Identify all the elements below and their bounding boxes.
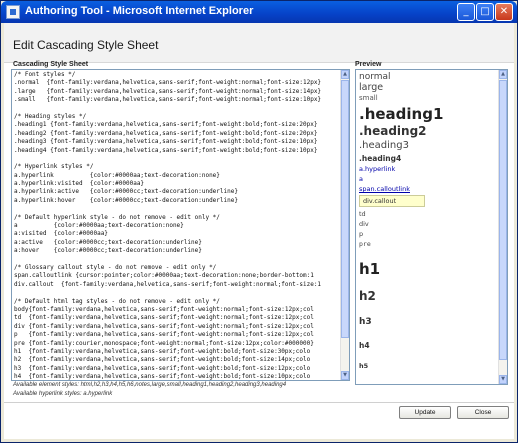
css-code-line: body{font-family:verdana,helvetica,sans-… bbox=[14, 305, 314, 313]
css-code-line: a.hyperlink {color:#0000aa;text-decorati… bbox=[14, 171, 220, 179]
style-preview-pane: normal large small .heading1 .heading2 .… bbox=[355, 69, 508, 385]
css-editor-textarea[interactable]: /* Font styles */.normal {font-family:ve… bbox=[11, 69, 350, 381]
preview-scrollbar[interactable]: ▲ ▼ bbox=[498, 70, 507, 384]
ie-page-icon bbox=[6, 5, 20, 19]
css-code-line bbox=[14, 105, 340, 113]
css-code-line: td {font-family:verdana,helvetica,sans-s… bbox=[14, 314, 314, 322]
page-content: Edit Cascading Style Sheet Cascading Sty… bbox=[4, 23, 514, 439]
css-editor-label: Cascading Style Sheet bbox=[13, 61, 89, 68]
css-code-line: /* Heading styles */ bbox=[14, 112, 87, 120]
preview-h2: h2 bbox=[359, 289, 376, 303]
css-code-line: /* Hyperlink styles */ bbox=[14, 163, 94, 171]
window-title: Authoring Tool - Microsoft Internet Expl… bbox=[25, 5, 254, 17]
close-window-button[interactable]: ✕ bbox=[495, 3, 513, 21]
css-code-line: .heading3 {font-family:verdana,helvetica… bbox=[14, 138, 318, 146]
preview-div: div bbox=[359, 220, 369, 228]
css-code-line: .small {font-family:verdana,helvetica,sa… bbox=[14, 96, 322, 104]
preview-a-link[interactable]: a bbox=[359, 175, 363, 183]
preview-scroll-thumb[interactable] bbox=[499, 80, 507, 360]
preview-calloutlink[interactable]: span.calloutlink bbox=[359, 185, 410, 193]
css-code-line bbox=[14, 256, 340, 264]
css-code-line: pre {font-family:courier,monospace;font-… bbox=[14, 339, 314, 347]
css-editor-scrollbar[interactable]: ▲ ▼ bbox=[340, 70, 349, 380]
css-code-line: div {font-family:verdana,helvetica,sans-… bbox=[14, 322, 314, 330]
css-editor-scroll-thumb[interactable] bbox=[341, 80, 349, 338]
preview-h1: h1 bbox=[359, 260, 381, 278]
css-code-line: .large {font-family:verdana,helvetica,sa… bbox=[14, 87, 322, 95]
preview-h3: h3 bbox=[359, 317, 372, 327]
page-title: Edit Cascading Style Sheet bbox=[13, 38, 159, 52]
browser-window: Authoring Tool - Microsoft Internet Expl… bbox=[0, 0, 518, 443]
css-code-line bbox=[14, 205, 340, 213]
preview-td: td bbox=[359, 210, 366, 218]
css-code-line: div.callout {font-family:verdana,helveti… bbox=[14, 280, 322, 288]
css-code-line: a {color:#0000aa;text-decoration:none} bbox=[14, 222, 184, 230]
css-code-line: .normal {font-family:verdana,helvetica,s… bbox=[14, 79, 322, 87]
css-code-line: a.hyperlink:hover {color:#0000cc;text-de… bbox=[14, 196, 238, 204]
preview-heading4: .heading4 bbox=[359, 154, 402, 163]
css-code-line: /* Font styles */ bbox=[14, 71, 76, 78]
footer-divider bbox=[4, 402, 514, 403]
update-button[interactable]: Update bbox=[399, 406, 451, 419]
preview-callout: div.callout bbox=[359, 195, 425, 207]
css-code-line: h1 {font-family:verdana,helvetica,sans-s… bbox=[14, 347, 311, 355]
scroll-up-icon[interactable]: ▲ bbox=[341, 70, 349, 79]
close-button[interactable]: Close bbox=[457, 406, 509, 419]
preview-normal: normal bbox=[359, 72, 391, 82]
preview-scroll-down-icon[interactable]: ▼ bbox=[499, 375, 507, 384]
preview-h4: h4 bbox=[359, 341, 370, 350]
preview-small: small bbox=[359, 94, 378, 102]
css-code-line: a:visited {color:#0000aa} bbox=[14, 230, 108, 238]
preview-scroll-up-icon[interactable]: ▲ bbox=[499, 70, 507, 79]
scroll-down-icon[interactable]: ▼ bbox=[341, 371, 349, 380]
preview-heading2: .heading2 bbox=[359, 124, 427, 138]
preview-pre: pre bbox=[359, 240, 371, 248]
available-element-styles-note: Available element styles: html,h2,h3,h4,… bbox=[13, 382, 287, 388]
preview-heading3: .heading3 bbox=[359, 140, 409, 151]
css-code-line: .heading2 {font-family:verdana,helvetica… bbox=[14, 129, 318, 137]
minimize-button[interactable]: _ bbox=[457, 3, 475, 21]
preview-h5: h5 bbox=[359, 362, 369, 370]
css-code-line: h3 {font-family:verdana,helvetica,sans-s… bbox=[14, 364, 311, 372]
css-code-line: .heading1 {font-family:verdana,helvetica… bbox=[14, 121, 318, 129]
preview-label: Preview bbox=[355, 61, 382, 68]
preview-heading1: .heading1 bbox=[359, 105, 444, 123]
css-code-line: span.calloutlink {cursor:pointer;color:#… bbox=[14, 272, 314, 280]
css-code-line: h2 {font-family:verdana,helvetica,sans-s… bbox=[14, 356, 311, 364]
preview-p: p bbox=[359, 230, 364, 238]
css-code-line: .heading4 {font-family:verdana,helvetica… bbox=[14, 146, 318, 154]
preview-large: large bbox=[359, 82, 384, 93]
title-bar[interactable]: Authoring Tool - Microsoft Internet Expl… bbox=[1, 1, 517, 23]
css-code-line: a.hyperlink:visited {color:#0000aa} bbox=[14, 180, 145, 188]
css-code-line: a:active {color:#0000cc;text-decoration:… bbox=[14, 238, 202, 246]
page-header: Edit Cascading Style Sheet bbox=[4, 23, 514, 63]
css-code-line: h4 {font-family:verdana,helvetica,sans-s… bbox=[14, 373, 311, 380]
available-hyperlink-styles-note: Available hyperlink styles: a.hyperlink bbox=[13, 391, 113, 397]
css-code[interactable]: /* Font styles */.normal {font-family:ve… bbox=[14, 71, 340, 380]
css-code-line: /* Default html tag styles - do not remo… bbox=[14, 297, 220, 305]
preview-hyperlink[interactable]: a.hyperlink bbox=[359, 165, 395, 173]
css-code-line: a:hover {color:#0000cc;text-decoration:u… bbox=[14, 247, 202, 255]
css-code-line: /* Glossary callout style - do not remov… bbox=[14, 263, 217, 271]
css-code-line bbox=[14, 155, 340, 163]
maximize-button[interactable]: □ bbox=[476, 3, 494, 21]
css-code-line bbox=[14, 289, 340, 297]
css-code-line: a.hyperlink:active {color:#0000cc;text-d… bbox=[14, 188, 238, 196]
css-code-line: /* Default hyperlink style - do not remo… bbox=[14, 213, 220, 221]
css-code-line: p {font-family:verdana,helvetica,sans-se… bbox=[14, 331, 314, 339]
